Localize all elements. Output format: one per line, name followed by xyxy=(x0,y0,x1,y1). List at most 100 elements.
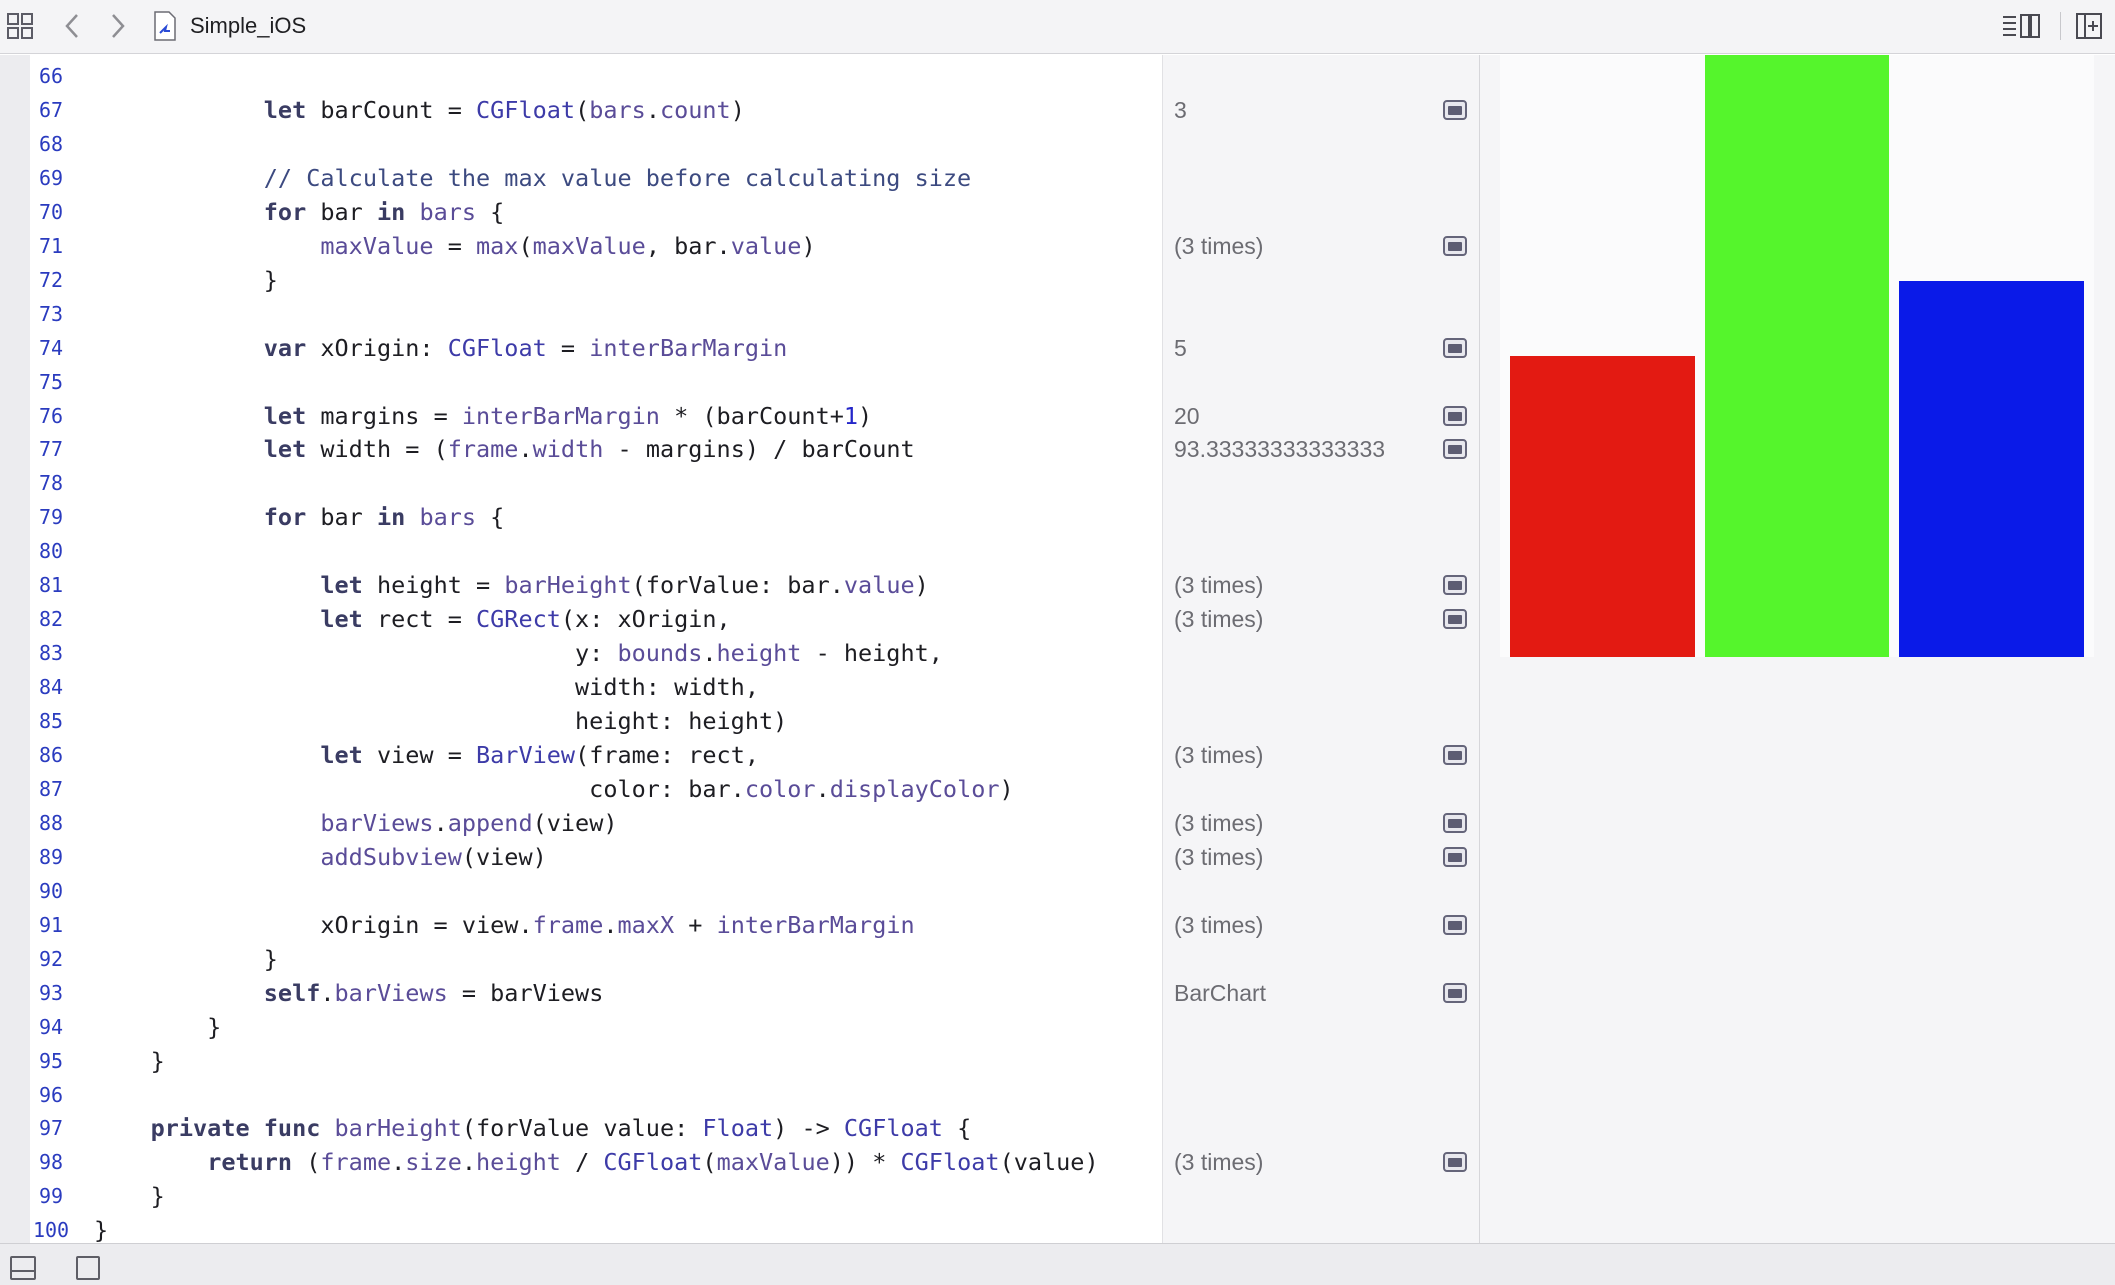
line-number: 76 xyxy=(38,403,64,428)
quick-look-icon[interactable] xyxy=(1443,575,1467,596)
line-number: 69 xyxy=(38,165,64,190)
code-line[interactable]: for bar in bars { xyxy=(94,500,505,534)
code-line[interactable]: let view = BarView(frame: rect, xyxy=(94,738,759,772)
stop-icon[interactable] xyxy=(76,1256,100,1280)
line-number: 77 xyxy=(38,437,64,462)
line-number: 89 xyxy=(38,844,64,869)
line-number: 86 xyxy=(38,743,64,767)
code-line[interactable]: let barCount = CGFloat(bars.count) xyxy=(94,93,745,127)
line-number: 91 xyxy=(38,912,64,937)
line-number: 73 xyxy=(38,301,64,326)
bottom-bar xyxy=(0,1243,2115,1285)
toolbar-divider xyxy=(2060,12,2061,40)
line-number: 71 xyxy=(38,233,64,258)
code-line[interactable]: height: height) xyxy=(94,704,787,738)
line-number: 99 xyxy=(38,1184,64,1209)
line-number: 88 xyxy=(38,810,64,835)
code-line[interactable]: } xyxy=(94,1010,221,1044)
result-value: (3 times) xyxy=(1174,843,1264,870)
code-line[interactable]: } xyxy=(94,263,278,297)
chevron-right-icon[interactable] xyxy=(104,10,132,42)
line-number: 78 xyxy=(38,471,64,496)
code-lines[interactable]: let barCount = CGFloat(bars.count) // Ca… xyxy=(94,55,1160,1244)
code-line[interactable]: self.barViews = barViews xyxy=(94,976,604,1010)
line-number: 93 xyxy=(38,980,64,1005)
code-line[interactable]: var xOrigin: CGFloat = interBarMargin xyxy=(94,331,788,365)
line-number: 81 xyxy=(38,573,64,598)
code-line[interactable]: color: bar.color.displayColor) xyxy=(94,772,1014,806)
code-line[interactable]: } xyxy=(94,1044,165,1078)
line-number: 75 xyxy=(38,369,64,394)
code-line[interactable]: } xyxy=(94,942,278,976)
line-number: 68 xyxy=(38,131,64,156)
chevron-left-icon[interactable] xyxy=(58,10,86,42)
line-number: 74 xyxy=(38,335,64,360)
result-value: 93.33333333333333 xyxy=(1174,436,1386,463)
result-value: (3 times) xyxy=(1174,809,1264,836)
quick-look-icon[interactable] xyxy=(1443,439,1467,460)
quick-look-icon[interactable] xyxy=(1443,1152,1467,1173)
result-value: 20 xyxy=(1174,402,1200,429)
quick-look-icon[interactable] xyxy=(1443,846,1467,867)
quick-look-icon[interactable] xyxy=(1443,99,1467,120)
code-line[interactable]: y: bounds.height - height, xyxy=(94,636,943,670)
result-value: (3 times) xyxy=(1174,742,1264,768)
line-number: 98 xyxy=(38,1150,64,1175)
editor-gutter xyxy=(0,55,30,1243)
line-number: 87 xyxy=(38,776,64,801)
line-number: 67 xyxy=(38,97,64,122)
add-editor-icon[interactable] xyxy=(2074,11,2104,41)
editor-options-icon[interactable] xyxy=(2002,12,2040,40)
result-value: 3 xyxy=(1174,96,1187,123)
line-numbers: 66 67 68 69 70 71 72 73 74 75 76 77 78 79 80 81 82 83 84 85… xyxy=(30,55,72,1243)
line-number: 82 xyxy=(38,607,64,632)
line-number: 97 xyxy=(38,1116,64,1141)
code-line[interactable]: } xyxy=(94,1179,165,1213)
code-line[interactable]: let margins = interBarMargin * (barCount… xyxy=(94,399,872,433)
line-number: 66 xyxy=(38,64,64,88)
bar-2 xyxy=(1704,55,1890,657)
line-number: 70 xyxy=(38,199,64,224)
result-value: (3 times) xyxy=(1174,232,1264,259)
quick-look-icon[interactable] xyxy=(1443,609,1467,630)
line-number: 79 xyxy=(38,505,64,530)
quick-look-icon[interactable] xyxy=(1443,337,1467,358)
result-value: (3 times) xyxy=(1174,606,1264,633)
result-value: (3 times) xyxy=(1174,911,1264,938)
quick-look-icon[interactable] xyxy=(1443,914,1467,935)
bar-3 xyxy=(1899,280,2084,657)
breadcrumb-file-name[interactable]: Simple_iOS xyxy=(190,13,306,39)
result-value: (3 times) xyxy=(1174,1149,1264,1176)
line-number: 80 xyxy=(38,539,64,564)
code-line[interactable]: for bar in bars { xyxy=(94,195,505,229)
code-line[interactable]: let width = (frame.width - margins) / ba… xyxy=(94,432,915,466)
code-line[interactable]: addSubview(view) xyxy=(94,840,546,874)
result-value: BarChart xyxy=(1174,979,1267,1006)
code-line[interactable]: private func barHeight(forValue value: F… xyxy=(94,1111,972,1145)
quick-look-icon[interactable] xyxy=(1443,812,1467,833)
grid-icon[interactable] xyxy=(6,12,34,40)
line-number: 90 xyxy=(38,878,64,903)
code-line[interactable]: return (frame.size.height / CGFloat(maxV… xyxy=(94,1145,1098,1179)
line-number: 92 xyxy=(38,946,64,971)
line-number: 96 xyxy=(38,1082,64,1107)
code-line[interactable]: barViews.append(view) xyxy=(94,806,617,840)
code-line[interactable]: maxValue = max(maxValue, bar.value) xyxy=(94,229,815,263)
swift-file-icon xyxy=(152,10,178,42)
code-line[interactable]: let height = barHeight(forValue: bar.val… xyxy=(94,568,928,602)
code-line[interactable]: // Calculate the max value before calcul… xyxy=(94,161,971,195)
result-value: (3 times) xyxy=(1174,572,1264,599)
code-line[interactable]: let rect = CGRect(x: xOrigin, xyxy=(94,602,730,636)
code-line[interactable]: width: width, xyxy=(94,670,759,704)
quick-look-icon[interactable] xyxy=(1443,235,1467,256)
line-number: 83 xyxy=(38,641,64,666)
bar-1 xyxy=(1510,356,1695,657)
quick-look-icon[interactable] xyxy=(1443,745,1467,765)
line-number: 95 xyxy=(38,1048,64,1073)
quick-look-icon[interactable] xyxy=(1443,405,1467,426)
line-number: 72 xyxy=(38,267,64,292)
code-line[interactable]: xOrigin = view.frame.maxX + interBarMarg… xyxy=(94,908,914,942)
console-toggle-icon[interactable] xyxy=(10,1256,36,1280)
quick-look-icon[interactable] xyxy=(1443,982,1467,1003)
line-number: 85 xyxy=(38,709,64,734)
